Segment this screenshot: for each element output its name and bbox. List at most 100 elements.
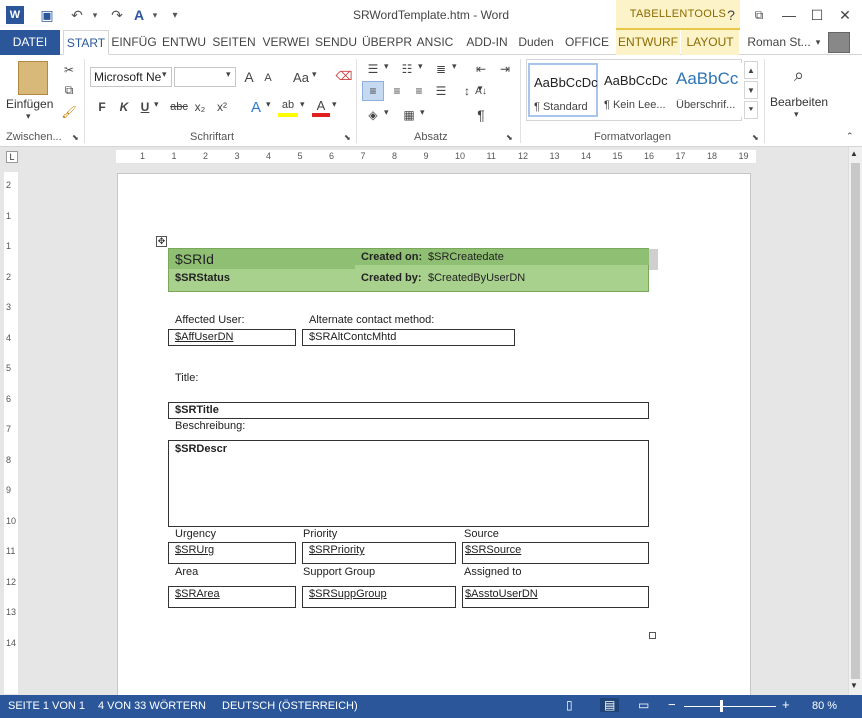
user-dropdown-icon[interactable]: ▾ bbox=[812, 30, 824, 55]
support-group-field[interactable]: $SRSuppGroup bbox=[302, 586, 456, 608]
title-field[interactable]: $SRTitle bbox=[168, 402, 649, 419]
srstatus-field[interactable]: $SRStatus bbox=[175, 272, 230, 284]
shrink-font-icon[interactable]: A bbox=[260, 69, 276, 87]
numbering-icon[interactable]: ☷ bbox=[396, 59, 418, 79]
ribbon-display-button[interactable]: ⧉ bbox=[748, 4, 770, 26]
scroll-up-icon[interactable]: ▲ bbox=[850, 149, 858, 158]
tab-sendungen[interactable]: SENDU bbox=[312, 30, 360, 55]
cut-icon[interactable]: ✂ bbox=[60, 61, 78, 79]
font-size-dropdown-icon[interactable]: ▾ bbox=[226, 69, 231, 80]
horizontal-ruler[interactable]: 1 1 2 3 4 5 6 7 8 9 10 11 12 13 14 15 16 17 18 19 bbox=[116, 150, 756, 164]
zoom-level[interactable]: 80 % bbox=[812, 700, 837, 712]
tab-tt-entwurf[interactable]: ENTWURF bbox=[616, 30, 680, 55]
underline-dropdown-icon[interactable]: ▾ bbox=[154, 99, 159, 110]
multilevel-list-icon[interactable]: ≣ bbox=[430, 59, 452, 79]
zoom-slider-track[interactable] bbox=[684, 706, 776, 707]
increase-indent-icon[interactable]: ⇥ bbox=[494, 59, 516, 79]
word-count[interactable]: 4 VON 33 WÖRTERN bbox=[98, 700, 206, 712]
editing-dropdown-icon[interactable]: ▾ bbox=[794, 109, 799, 120]
source-field[interactable]: $SRSource bbox=[462, 542, 649, 564]
table-move-handle[interactable]: ✥ bbox=[156, 236, 167, 247]
area-field[interactable]: $SRArea bbox=[168, 586, 296, 608]
description-field[interactable]: $SRDescr bbox=[168, 440, 649, 527]
sort-icon[interactable]: A↓ bbox=[470, 81, 492, 101]
zoom-out-button[interactable]: − bbox=[668, 697, 676, 712]
web-layout-icon[interactable]: ▭ bbox=[638, 698, 649, 712]
underline-button[interactable]: U bbox=[138, 97, 152, 117]
borders-dropdown-icon[interactable]: ▾ bbox=[420, 107, 425, 118]
affected-user-field[interactable]: $AffUserDN bbox=[168, 329, 296, 346]
tab-ueberpruefen[interactable]: ÜBERPR bbox=[362, 30, 412, 55]
font-launcher-icon[interactable]: ⬊ bbox=[344, 133, 351, 142]
tab-add-ins[interactable]: ADD-IN bbox=[462, 30, 512, 55]
styles-launcher-icon[interactable]: ⬊ bbox=[752, 133, 759, 142]
minimize-button[interactable]: — bbox=[778, 4, 800, 26]
read-mode-icon[interactable]: ▯ bbox=[566, 698, 573, 712]
multilevel-list-dropdown-icon[interactable]: ▾ bbox=[452, 61, 457, 72]
style-heading[interactable]: AaBbCc Überschrif... bbox=[672, 63, 742, 117]
subscript-button[interactable]: x₂ bbox=[192, 97, 208, 117]
clipboard-launcher-icon[interactable]: ⬊ bbox=[72, 133, 79, 142]
strikethrough-button[interactable]: abc bbox=[168, 97, 190, 117]
copy-icon[interactable]: ⧉ bbox=[60, 81, 78, 99]
text-effects-icon[interactable]: A bbox=[246, 97, 266, 117]
tab-verweise[interactable]: VERWEI bbox=[261, 30, 311, 55]
tab-ansicht[interactable]: ANSIC bbox=[413, 30, 457, 55]
font-name-combo[interactable]: Microsoft Ne bbox=[90, 67, 172, 87]
paste-icon[interactable] bbox=[18, 61, 48, 95]
styles-scroll-up-icon[interactable]: ▲ bbox=[744, 61, 758, 79]
change-case-icon[interactable]: Aa bbox=[290, 67, 312, 87]
grow-font-icon[interactable]: A bbox=[240, 67, 258, 87]
tab-entwurf[interactable]: ENTWU bbox=[160, 30, 208, 55]
binoculars-icon[interactable]: ⌕ bbox=[784, 61, 814, 89]
user-account[interactable]: Roman St... bbox=[744, 30, 814, 55]
font-name-dropdown-icon[interactable]: ▾ bbox=[162, 69, 167, 80]
tab-office[interactable]: OFFICE bbox=[562, 30, 612, 55]
bullets-dropdown-icon[interactable]: ▾ bbox=[384, 61, 389, 72]
zoom-in-button[interactable]: + bbox=[782, 697, 790, 712]
zoom-slider-thumb[interactable] bbox=[720, 700, 723, 712]
assigned-to-field[interactable]: $AsstoUserDN bbox=[462, 586, 649, 608]
shading-icon[interactable]: ◈ bbox=[362, 105, 384, 125]
style-no-spacing[interactable]: AaBbCcDc ¶ Kein Lee... bbox=[600, 63, 670, 117]
borders-icon[interactable]: ▦ bbox=[398, 105, 420, 125]
priority-field[interactable]: $SRPriority bbox=[302, 542, 456, 564]
style-standard[interactable]: AaBbCcDc ¶ Standard bbox=[528, 63, 598, 117]
align-center-button[interactable]: ≡ bbox=[386, 81, 408, 101]
bullets-icon[interactable]: ☰ bbox=[362, 59, 384, 79]
srid-field[interactable]: $SRId bbox=[175, 251, 214, 267]
tab-seitenlayout[interactable]: SEITEN bbox=[210, 30, 258, 55]
shading-dropdown-icon[interactable]: ▾ bbox=[384, 107, 389, 118]
editing-button-label[interactable]: Bearbeiten bbox=[770, 95, 828, 109]
align-right-button[interactable]: ≡ bbox=[408, 81, 430, 101]
page-count[interactable]: SEITE 1 VON 1 bbox=[8, 700, 85, 712]
highlight-icon[interactable]: ab bbox=[278, 97, 298, 117]
vertical-ruler[interactable]: 2 1 1 2 3 4 5 6 7 8 9 10 11 12 13 14 bbox=[4, 172, 18, 694]
align-left-button[interactable]: ≡ bbox=[362, 81, 384, 101]
scroll-down-icon[interactable]: ▼ bbox=[850, 681, 858, 690]
tab-einfuegen[interactable]: EINFÜG bbox=[110, 30, 158, 55]
italic-button[interactable]: K bbox=[116, 97, 132, 117]
highlight-dropdown-icon[interactable]: ▾ bbox=[300, 99, 305, 110]
font-color-dropdown-icon[interactable]: ▾ bbox=[332, 99, 337, 110]
font-color-icon[interactable]: A bbox=[312, 97, 330, 117]
print-layout-icon[interactable]: ▤ bbox=[600, 698, 620, 712]
tab-tt-layout[interactable]: LAYOUT bbox=[681, 30, 739, 55]
superscript-button[interactable]: x² bbox=[214, 97, 230, 117]
bold-button[interactable]: F bbox=[94, 97, 110, 117]
justify-button[interactable]: ☰ bbox=[430, 81, 452, 101]
scroll-thumb[interactable] bbox=[851, 163, 860, 679]
clear-formatting-icon[interactable]: ⌫ bbox=[334, 65, 354, 87]
tab-duden[interactable]: Duden bbox=[514, 30, 558, 55]
close-button[interactable]: ✕ bbox=[834, 4, 856, 26]
paste-dropdown-icon[interactable]: ▾ bbox=[26, 111, 31, 122]
format-painter-icon[interactable]: 🖌 bbox=[60, 103, 78, 121]
decrease-indent-icon[interactable]: ⇤ bbox=[470, 59, 492, 79]
tab-start[interactable]: START bbox=[63, 30, 109, 55]
language-indicator[interactable]: DEUTSCH (ÖSTERREICH) bbox=[222, 700, 358, 712]
collapse-ribbon-icon[interactable]: ⌃ bbox=[846, 131, 854, 142]
created-by-field[interactable]: $CreatedByUserDN bbox=[428, 272, 525, 284]
styles-scroll-down-icon[interactable]: ▼ bbox=[744, 81, 758, 99]
restore-button[interactable]: ☐ bbox=[806, 4, 828, 26]
vertical-scrollbar[interactable]: ▲ ▼ bbox=[848, 147, 862, 695]
